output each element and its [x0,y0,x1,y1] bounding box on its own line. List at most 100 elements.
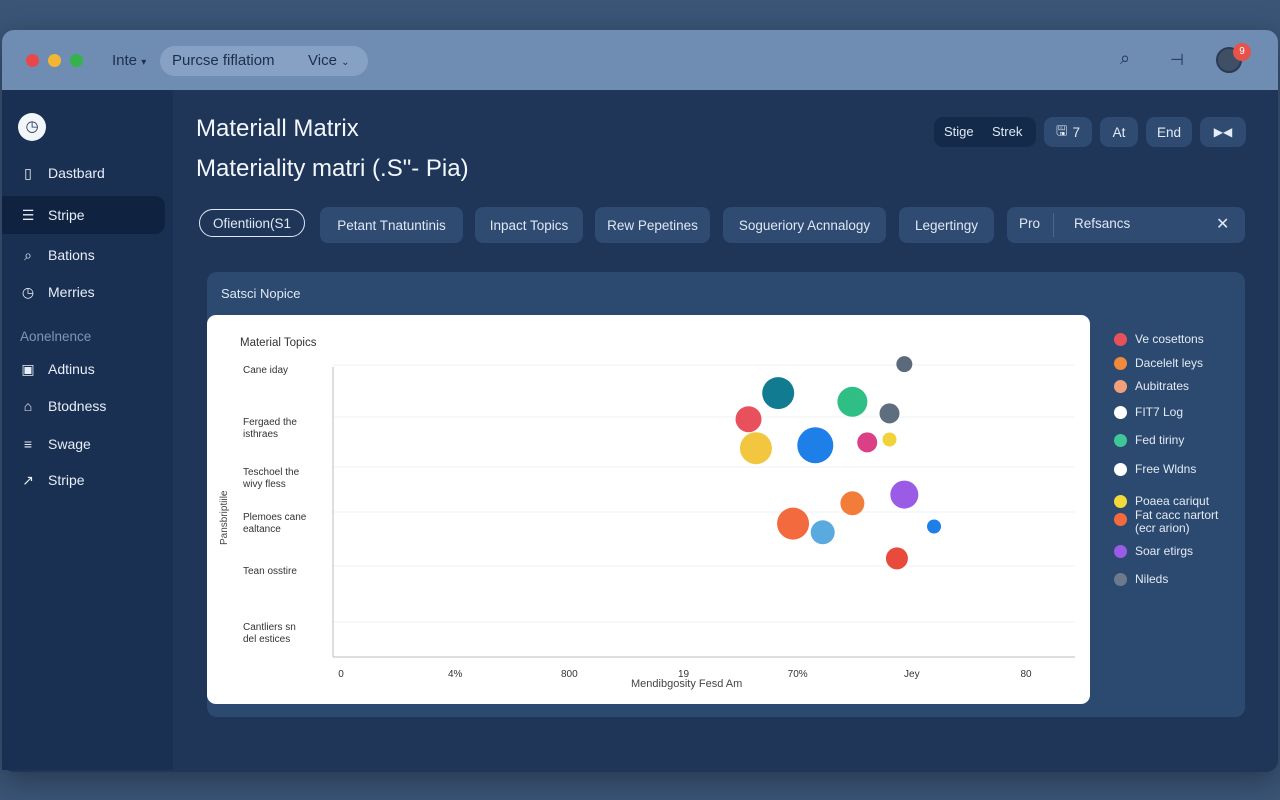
close-icon[interactable]: ✕ [1216,214,1229,234]
chart-points [735,356,942,570]
tab-legertingy[interactable]: Legertingy [899,207,994,243]
legend-swatch [1114,545,1127,558]
title-bar: Inte ▾ Purcse fiflatiom Vice ⌄ ⌕ ⊣ 9 [2,30,1278,90]
x-tick-label: 0 [338,669,344,680]
data-point[interactable] [797,427,834,464]
tab-petant[interactable]: Petant Tnatuntinis [320,207,463,243]
tab-label: Refsancs [1074,216,1131,231]
tab-pro-refsancs[interactable]: Pro Refsancs ✕ [1007,207,1245,243]
x-tick-label: 4% [448,669,463,680]
legend-label: Poaea cariqut Fat cacc nartort (ecr arion… [1135,494,1219,535]
end-button-label: End [1156,124,1182,140]
sidebar-item-stripe[interactable]: ☰ Stripe [2,196,165,234]
legend-item[interactable]: FIT7 Log [1114,406,1183,419]
data-point[interactable] [882,432,897,447]
data-point[interactable] [777,507,810,540]
menu-dropdown-label: Inte [112,52,138,69]
y-tick-label: Cantliers sn del estices [243,622,296,645]
data-point[interactable] [890,480,919,509]
legend-label: Aubitrates [1135,379,1190,393]
legend-swatch [1114,406,1127,419]
legend-swatch [1114,333,1127,346]
data-point[interactable] [837,386,868,417]
data-point[interactable] [739,432,772,465]
maximize-window-button[interactable] [70,54,83,67]
sidebar-item-dashboard[interactable]: ▯ Dastbard [2,154,165,192]
at-button[interactable]: At [1100,117,1138,147]
chart-svg: Material Topics Cane iday Fergaed the isth… [219,337,1075,690]
close-window-button[interactable] [26,54,39,67]
legend-swatch [1114,495,1127,508]
legend-item[interactable]: Dacelelt leys [1114,357,1203,370]
y-tick-label: Cane iday [243,365,288,376]
sidebar-item-label: Stripe [48,207,85,223]
sidebar-item-bations[interactable]: ⌕ Bations [2,236,165,274]
legend-swatch [1114,573,1127,586]
legend-swatch [1114,434,1127,447]
chart-icon: ↗ [22,471,34,488]
y-axis-label: Pansbriptiile [219,490,230,545]
tab-sogueriory[interactable]: Sogueriory Acnnalogy [723,207,886,243]
segment-strek[interactable]: Strek [992,124,1022,139]
chevron-down-icon: ▾ [141,57,147,68]
legend-swatch [1114,380,1127,393]
home-icon: ⌂ [23,398,33,414]
chevron-down-icon: ⌄ [341,57,350,68]
legend-item[interactable]: Poaea cariqut Fat cacc nartort (ecr arion… [1114,495,1235,535]
data-point[interactable] [896,356,913,373]
legend-item[interactable]: Soar etirgs [1114,545,1193,558]
legend-item[interactable]: Free Wldns [1114,463,1196,476]
data-point[interactable] [927,519,942,534]
address-bar[interactable]: Purcse fiflatiom Vice ⌄ [160,46,368,76]
menu-dropdown[interactable]: Inte ▾ [112,52,146,69]
list-icon: ≡ [23,436,33,452]
clock-icon: ◷ [21,283,35,300]
data-point[interactable] [735,406,762,433]
tab-label: Rew Pepetines [607,217,698,233]
data-point[interactable] [857,432,878,453]
tab-rew-pepetines[interactable]: Rew Pepetines [595,207,710,243]
data-point[interactable] [762,377,795,410]
legend-item[interactable]: Nileds [1114,573,1168,586]
end-button[interactable]: End [1146,117,1192,147]
at-button-label: At [1112,124,1126,140]
view-toggle-button[interactable]: ▶◀ [1200,117,1246,147]
sidebar-item-merries[interactable]: ◷ Merries [2,273,165,311]
minimize-window-button[interactable] [48,54,61,67]
x-tick-label: 80 [1020,669,1032,680]
save-button[interactable]: 🖫 7 [1044,117,1092,147]
legend-swatch [1114,463,1127,476]
sidebar-item-stripe-2[interactable]: ↗ Stripe [2,461,165,499]
tab-orientation[interactable]: Ofientiion(S1 [199,209,305,237]
sidebar-item-label: Btodness [48,398,107,414]
legend-label: FIT7 Log [1135,405,1184,419]
window-controls [26,54,83,67]
sidebar-item-btodness[interactable]: ⌂ Btodness [2,387,165,425]
legend-label: Free Wldns [1135,462,1197,476]
legend-item[interactable]: Aubitrates [1114,380,1189,393]
sidebar-item-adtinus[interactable]: ▣ Adtinus [2,350,165,388]
data-point[interactable] [840,491,865,516]
segment-stige[interactable]: Stige [944,124,974,139]
sidebar-item-label: Adtinus [48,361,95,377]
page-subtitle: Materiality matri (.S"- Pia) [196,155,469,182]
app-logo-icon[interactable]: ◷ [18,113,46,141]
tab-divider [1053,213,1054,237]
search-icon[interactable]: ⌕ [1120,48,1130,69]
data-point[interactable] [885,547,908,570]
x-tick-label: Jey [904,669,920,680]
view-dropdown[interactable]: Vice ⌄ [308,52,349,69]
menu-icon: ☰ [21,206,35,223]
tab-impact-topics[interactable]: Inpact Topics [475,207,583,243]
notification-badge: 9 [1233,43,1251,61]
legend-item[interactable]: Ve cosettons [1114,333,1204,346]
legend-label: Fed tiriny [1135,433,1185,447]
sidebar-item-label: Merries [48,284,95,300]
split-view-icon[interactable]: ⊣ [1170,50,1184,70]
data-point[interactable] [879,403,900,424]
sidebar-item-swage[interactable]: ≡ Swage [2,425,165,463]
x-tick-label: 70% [788,669,808,680]
legend-label: Nileds [1135,572,1169,586]
legend-item[interactable]: Fed tiriny [1114,434,1184,447]
data-point[interactable] [810,520,835,545]
